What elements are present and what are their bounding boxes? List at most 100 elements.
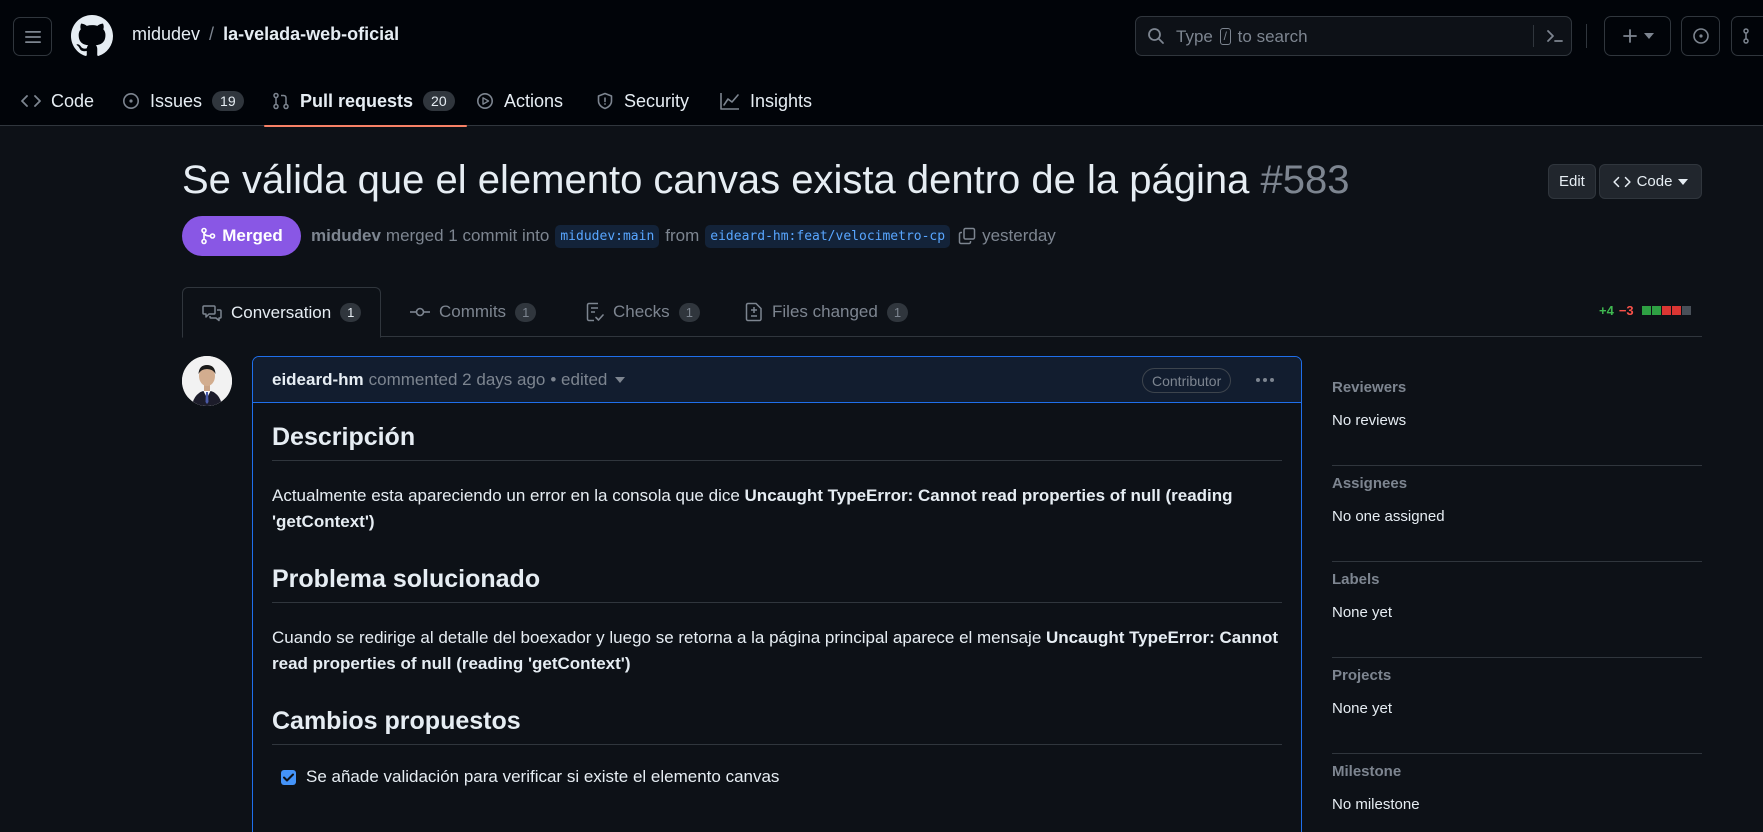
paragraph-descripcion: Actualmente esta apareciendo un error en… <box>272 486 1233 531</box>
heading-descripcion: Descripción <box>272 423 1282 461</box>
conversation-counter: 1 <box>340 303 362 322</box>
tab-commits[interactable]: Commits 1 <box>410 287 537 337</box>
repo-owner-link[interactable]: midudev <box>132 24 200 44</box>
repo-nav: Code Issues 19 Pull requests 20 Actions … <box>0 76 1763 127</box>
tab-security[interactable]: Security <box>596 76 689 126</box>
files-changed-counter: 1 <box>886 302 909 322</box>
merged-badge: Merged <box>182 216 301 256</box>
pull-requests-button[interactable] <box>1731 16 1763 56</box>
tab-pull-requests[interactable]: Pull requests 20 <box>264 76 467 127</box>
tab-actions[interactable]: Actions <box>476 76 563 126</box>
comment-author-link[interactable]: eideard-hm <box>272 370 364 390</box>
chevron-down-icon[interactable] <box>615 377 626 383</box>
diffstat-block-add <box>1651 306 1661 315</box>
tab-security-label: Security <box>624 90 690 111</box>
check-icon <box>283 773 294 781</box>
repo-name-link[interactable]: la-velada-web-oficial <box>223 24 399 44</box>
pr-from-text: from <box>665 226 700 245</box>
sidebar-labels-value: None yet <box>1332 604 1393 621</box>
merge-icon <box>201 227 216 245</box>
task-checkbox[interactable] <box>281 769 296 785</box>
kebab-menu-icon[interactable] <box>1254 369 1276 391</box>
contributor-badge: Contributor <box>1142 368 1232 393</box>
head-branch-link[interactable]: eideard-hm:feat/velocimetro-cp <box>705 224 951 248</box>
pr-number: #583 <box>1260 158 1350 202</box>
breadcrumb-separator: / <box>209 24 215 44</box>
tab-conversation[interactable]: Conversation 1 <box>182 287 382 338</box>
global-header: midudev / la-velada-web-oficial Type / to … <box>0 0 1763 127</box>
commit-icon <box>410 307 430 317</box>
tab-files-changed-label: Files changed <box>772 302 878 321</box>
diffstat-block-add <box>1641 306 1651 315</box>
tab-commits-label: Commits <box>439 302 507 321</box>
edited-dropdown[interactable]: • edited <box>550 370 607 390</box>
sidebar-assignees-title[interactable]: Assignees <box>1332 475 1407 492</box>
diffstat-block-neutral <box>1681 306 1691 315</box>
checks-counter: 1 <box>678 302 700 322</box>
code-button-label: Code <box>1636 173 1673 190</box>
sidebar-projects-value: None yet <box>1332 700 1393 717</box>
github-logo-icon[interactable] <box>71 15 113 57</box>
comment-body: Descripción Actualmente esta apareciendo… <box>272 423 1282 787</box>
shield-icon <box>597 92 613 110</box>
play-icon <box>477 93 493 109</box>
code-icon <box>1612 176 1631 187</box>
diffstat-block-delete <box>1661 306 1671 315</box>
pr-author-link[interactable]: midudev <box>311 226 381 246</box>
edit-button[interactable]: Edit <box>1548 164 1596 199</box>
comment-discussion-icon <box>202 304 222 321</box>
copy-icon[interactable] <box>958 227 976 245</box>
search-placeholder: Type / to search <box>1176 27 1308 46</box>
comment-header: eideard-hm commented 2 days ago • edited… <box>253 357 1301 403</box>
file-diff-icon <box>745 302 762 322</box>
tab-files-changed[interactable]: Files changed 1 <box>745 287 909 337</box>
menu-button[interactable] <box>13 17 52 56</box>
sidebar-reviewers-title[interactable]: Reviewers <box>1332 379 1406 396</box>
base-branch-link[interactable]: midudev:main <box>555 224 660 248</box>
sidebar-projects-title[interactable]: Projects <box>1332 667 1391 684</box>
tab-issues[interactable]: Issues 19 <box>122 76 244 126</box>
tab-actions-label: Actions <box>504 90 564 111</box>
sidebar-labels-title[interactable]: Labels <box>1332 571 1380 588</box>
pr-title: Se válida que el elemento canvas exista … <box>182 158 1350 203</box>
issues-counter: 19 <box>212 91 244 111</box>
code-button[interactable]: Code <box>1599 164 1702 199</box>
tab-pull-requests-label: Pull requests <box>300 90 414 111</box>
create-new-button[interactable] <box>1604 16 1671 56</box>
search-input[interactable]: Type / to search <box>1135 16 1572 56</box>
sidebar-reviewers: Reviewers No reviews <box>1332 370 1702 466</box>
pr-tabs: Conversation 1 Commits 1 Checks 1 Files … <box>182 287 1702 338</box>
chevron-down-icon <box>1643 33 1654 39</box>
sidebar-assignees: Assignees No one assigned <box>1332 466 1702 562</box>
command-palette-icon[interactable] <box>1545 27 1565 45</box>
heading-problema: Problema solucionado <box>272 565 1282 603</box>
avatar[interactable] <box>182 356 232 406</box>
tab-issues-label: Issues <box>150 90 203 111</box>
sidebar-milestone-title[interactable]: Milestone <box>1332 763 1401 780</box>
tab-checks[interactable]: Checks 1 <box>586 287 700 337</box>
pull-requests-counter: 20 <box>423 91 455 111</box>
merged-badge-label: Merged <box>222 226 283 245</box>
comment-timestamp[interactable]: commented 2 days ago <box>369 370 546 390</box>
comment-meta: eideard-hm commented 2 days ago • edited <box>272 370 626 390</box>
comment-box: eideard-hm commented 2 days ago • edited… <box>252 356 1302 832</box>
paragraph-problema: Cuando se redirige al detalle del boexad… <box>272 628 1279 673</box>
tab-code[interactable]: Code <box>21 76 94 126</box>
issues-button[interactable] <box>1681 16 1720 56</box>
hamburger-icon <box>24 30 41 43</box>
pr-state-row: Merged midudev merged 1 commit into midu… <box>182 216 1056 256</box>
sidebar-labels: Labels None yet <box>1332 562 1702 658</box>
issue-icon <box>1692 28 1709 44</box>
repo-breadcrumb: midudev / la-velada-web-oficial <box>132 24 399 45</box>
plus-icon <box>1622 29 1637 43</box>
pull-request-icon <box>273 92 289 110</box>
commits-counter: 1 <box>515 302 537 322</box>
issue-icon <box>123 93 139 109</box>
diff-additions: +4 <box>1599 303 1614 318</box>
tab-code-label: Code <box>51 90 95 111</box>
sidebar-milestone-value: No milestone <box>1332 796 1420 813</box>
header-divider <box>1586 24 1587 48</box>
code-icon <box>21 95 41 107</box>
tab-insights[interactable]: Insights <box>720 76 812 126</box>
task-label: Se añade validación para verificar si ex… <box>306 767 780 786</box>
